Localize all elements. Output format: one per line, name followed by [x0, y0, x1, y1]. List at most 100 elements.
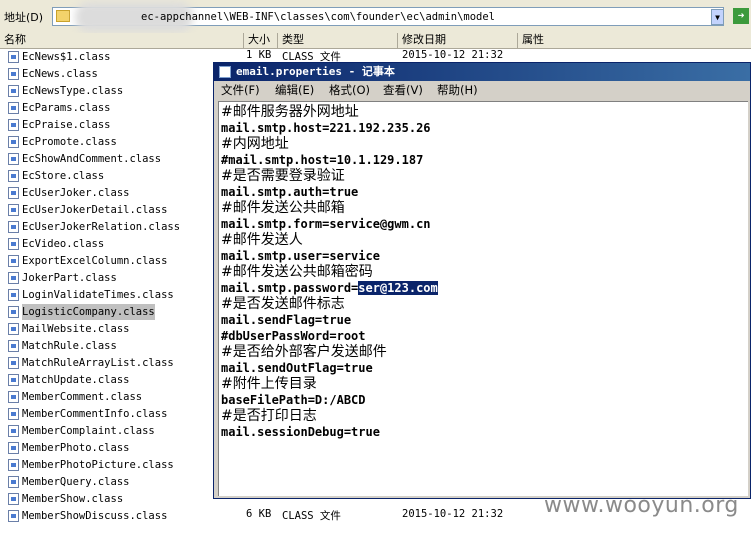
file-list-item[interactable]: MemberComment.class	[0, 389, 180, 406]
file-list-item[interactable]: MemberPhotoPicture.class	[0, 457, 180, 474]
class-file-icon	[8, 476, 19, 488]
class-file-icon	[8, 391, 19, 403]
file-type: CLASS 文件	[282, 510, 341, 522]
file-name: EcPromote.class	[22, 136, 117, 148]
notepad-title: email.properties - 记事本	[236, 65, 395, 78]
file-list-item[interactable]: MemberShow.class	[0, 491, 180, 508]
file-name: MemberComplaint.class	[22, 425, 155, 437]
class-file-icon	[8, 374, 19, 386]
file-list-item[interactable]: EcNews$1.class	[0, 49, 180, 66]
text-line: #是否发送邮件标志	[221, 296, 345, 312]
class-file-icon	[8, 408, 19, 420]
text-line: #邮件发送人	[221, 232, 303, 248]
class-file-icon	[8, 289, 19, 301]
column-header-type[interactable]: 类型	[278, 33, 398, 48]
file-list-item[interactable]: MemberCommentInfo.class	[0, 406, 180, 423]
text-line-content: #是否需要登录验证	[221, 168, 345, 184]
selected-text[interactable]: ser@123.com	[358, 281, 438, 295]
notepad-text-area[interactable]: #邮件服务器外网地址 mail.smtp.host=221.192.235.26 #…	[218, 101, 748, 496]
text-line: #附件上传目录	[221, 376, 317, 392]
file-name: MatchRule.class	[22, 340, 117, 352]
class-file-icon	[8, 170, 19, 182]
file-list-item[interactable]: LogisticCompany.class	[0, 304, 180, 321]
text-line: #邮件发送公共邮箱	[221, 200, 345, 216]
class-file-icon	[8, 272, 19, 284]
class-file-icon	[8, 187, 19, 199]
menu-format[interactable]: 格式(O)	[329, 81, 370, 100]
file-name: EcNews$1.class	[22, 51, 111, 63]
menu-help[interactable]: 帮助(H)	[437, 81, 478, 100]
file-list-item[interactable]: MailWebsite.class	[0, 321, 180, 338]
file-list-item[interactable]: EcUserJokerRelation.class	[0, 219, 180, 236]
class-file-icon	[8, 323, 19, 335]
notepad-menubar: 文件(F) 编辑(E) 格式(O) 查看(V) 帮助(H)	[214, 81, 750, 100]
text-line: mail.sendFlag=true	[221, 312, 351, 328]
address-input[interactable]: ec-appchannel\WEB-INF\classes\com\founde…	[52, 2, 724, 32]
file-list-item[interactable]: JokerPart.class	[0, 270, 180, 287]
file-list-item[interactable]: EcPraise.class	[0, 117, 180, 134]
file-list-item[interactable]: EcUserJokerDetail.class	[0, 202, 180, 219]
file-name: EcUserJokerRelation.class	[22, 221, 181, 233]
column-header-name[interactable]: 名称	[0, 33, 244, 48]
chevron-down-icon[interactable]: ▼	[711, 9, 724, 25]
file-list-item[interactable]: MemberPhoto.class	[0, 440, 180, 457]
go-button[interactable]: ➜	[733, 8, 749, 24]
notepad-window: email.properties - 记事本 文件(F) 编辑(E) 格式(O)…	[213, 62, 751, 499]
file-list-item[interactable]: LoginValidateTimes.class	[0, 287, 180, 304]
column-header-modified[interactable]: 修改日期	[398, 33, 518, 48]
text-line: #dbUserPassWord=root	[221, 328, 366, 344]
text-line: mail.smtp.host=221.192.235.26	[221, 120, 431, 136]
file-list-item[interactable]: EcNewsType.class	[0, 83, 180, 100]
menu-view[interactable]: 查看(V)	[383, 81, 423, 100]
file-list-item[interactable]: MemberComplaint.class	[0, 423, 180, 440]
class-file-icon	[8, 255, 19, 267]
file-list-item[interactable]: MatchRule.class	[0, 338, 180, 355]
file-name: JokerPart.class	[22, 272, 117, 284]
file-list-item[interactable]: EcParams.class	[0, 100, 180, 117]
class-file-icon	[8, 85, 19, 97]
address-bar: 地址(D) ec-appchannel\WEB-INF\classes\com\…	[0, 0, 751, 34]
class-file-icon	[8, 204, 19, 216]
class-file-icon	[8, 119, 19, 131]
text-line-content: #邮件服务器外网地址	[221, 104, 359, 120]
file-list-item[interactable]: MemberQuery.class	[0, 474, 180, 491]
file-list-item[interactable]: MatchUpdate.class	[0, 372, 180, 389]
file-list-item[interactable]: MemberShowDiscuss.class	[0, 508, 180, 525]
file-name: EcParams.class	[22, 102, 111, 114]
file-list-item[interactable]: ExportExcelColumn.class	[0, 253, 180, 270]
file-name: MemberShow.class	[22, 493, 124, 505]
text-line-content: baseFilePath=D:/ABCD	[221, 393, 366, 407]
menu-edit[interactable]: 编辑(E)	[275, 81, 314, 100]
file-name: MemberShowDiscuss.class	[22, 510, 168, 522]
file-list-item[interactable]: EcNews.class	[0, 66, 180, 83]
text-line: #内网地址	[221, 136, 289, 152]
file-list-item[interactable]: EcVideo.class	[0, 236, 180, 253]
notepad-titlebar[interactable]: email.properties - 记事本	[214, 63, 750, 81]
text-line: #邮件发送公共邮箱密码	[221, 264, 373, 280]
file-list-item[interactable]: MatchRuleArrayList.class	[0, 355, 180, 372]
file-list-item[interactable]: EcUserJoker.class	[0, 185, 180, 202]
column-header-size[interactable]: 大小	[244, 33, 278, 48]
class-file-icon	[8, 510, 19, 522]
file-list-item[interactable]: EcShowAndComment.class	[0, 151, 180, 168]
file-name: MailWebsite.class	[22, 323, 130, 335]
file-list-item[interactable]: EcStore.class	[0, 168, 180, 185]
text-line-content: #附件上传目录	[221, 376, 317, 392]
file-modified: 2015-10-12 21:32	[402, 49, 504, 61]
column-header-attributes[interactable]: 属性	[518, 33, 751, 48]
text-line-content: mail.smtp.auth=true	[221, 185, 359, 199]
text-line: mail.smtp.auth=true	[221, 184, 358, 200]
notepad-icon	[219, 66, 231, 78]
text-line-content: #邮件发送公共邮箱密码	[221, 264, 373, 280]
file-size: 6 KB	[246, 508, 272, 520]
file-name: MemberQuery.class	[22, 476, 130, 488]
address-path: ec-appchannel\WEB-INF\classes\com\founde…	[141, 11, 496, 23]
menu-file[interactable]: 文件(F)	[221, 81, 260, 100]
class-file-icon	[8, 459, 19, 471]
text-line: mail.smtp.password=ser@123.com	[221, 280, 438, 296]
file-list-item[interactable]: EcPromote.class	[0, 134, 180, 151]
file-name: MemberComment.class	[22, 391, 143, 403]
text-line-content: mail.smtp.password=	[221, 281, 359, 295]
file-name: LoginValidateTimes.class	[22, 289, 174, 301]
text-line-content: mail.smtp.form=service@gwm.cn	[221, 217, 431, 231]
